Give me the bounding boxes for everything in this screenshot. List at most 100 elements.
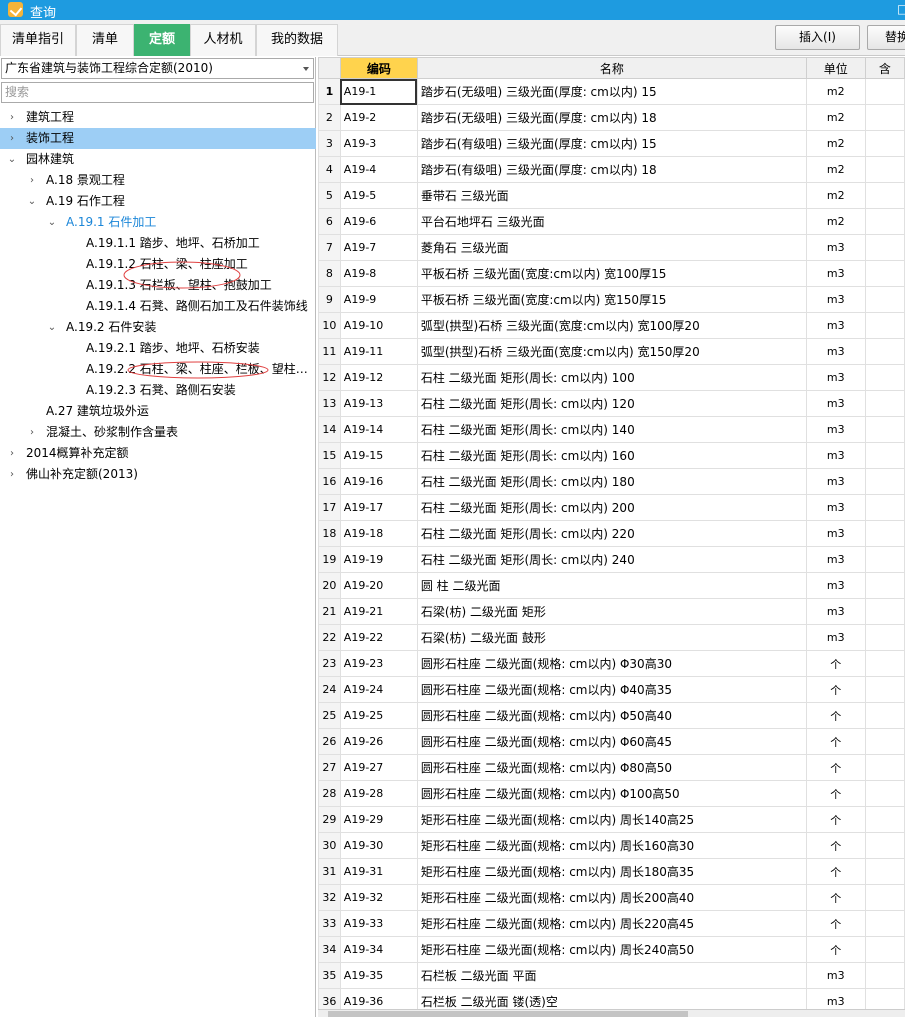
extra-cell[interactable]: [864, 130, 905, 157]
code-cell[interactable]: A19-31: [339, 858, 418, 885]
extra-cell[interactable]: [864, 910, 905, 937]
table-row[interactable]: 32 A19-32 矩形石柱座 二级光面(规格: cm以内) 周长200高40 个: [318, 884, 905, 911]
name-cell[interactable]: 石柱 二级光面 矩形(周长: cm以内) 120: [416, 390, 807, 417]
extra-cell[interactable]: [864, 390, 905, 417]
name-cell[interactable]: 矩形石柱座 二级光面(规格: cm以内) 周长160高30: [416, 832, 807, 859]
row-number[interactable]: 24: [318, 676, 341, 703]
horizontal-scrollbar[interactable]: [318, 1009, 905, 1017]
table-row[interactable]: 20 A19-20 圆 柱 二级光面 m3: [318, 572, 905, 599]
unit-cell[interactable]: m3: [805, 520, 866, 547]
code-cell[interactable]: A19-6: [339, 208, 418, 235]
name-cell[interactable]: 圆形石柱座 二级光面(规格: cm以内) Φ30高30: [416, 650, 807, 677]
name-cell[interactable]: 踏步石(无级咀) 三级光面(厚度: cm以内) 15: [416, 78, 807, 105]
row-number[interactable]: 21: [318, 598, 341, 625]
table-row[interactable]: 3 A19-3 踏步石(有级咀) 三级光面(厚度: cm以内) 15 m2: [318, 130, 905, 157]
unit-cell[interactable]: m3: [805, 546, 866, 573]
code-cell[interactable]: A19-5: [339, 182, 418, 209]
code-cell[interactable]: A19-25: [339, 702, 418, 729]
row-number[interactable]: 5: [318, 182, 341, 209]
row-number[interactable]: 10: [318, 312, 341, 339]
extra-cell[interactable]: [864, 858, 905, 885]
table-row[interactable]: 2 A19-2 踏步石(无级咀) 三级光面(厚度: cm以内) 18 m2: [318, 104, 905, 131]
unit-cell[interactable]: 个: [805, 832, 866, 859]
extra-cell[interactable]: [864, 312, 905, 339]
row-number[interactable]: 18: [318, 520, 341, 547]
table-row[interactable]: 9 A19-9 平板石桥 三级光面(宽度:cm以内) 宽150厚15 m3: [318, 286, 905, 313]
name-cell[interactable]: 石柱 二级光面 矩形(周长: cm以内) 220: [416, 520, 807, 547]
code-cell[interactable]: A19-19: [339, 546, 418, 573]
header-name[interactable]: 名称: [416, 57, 807, 79]
code-cell[interactable]: A19-20: [339, 572, 418, 599]
row-number[interactable]: 3: [318, 130, 341, 157]
unit-cell[interactable]: m2: [805, 78, 866, 105]
name-cell[interactable]: 踏步石(有级咀) 三级光面(厚度: cm以内) 18: [416, 156, 807, 183]
extra-cell[interactable]: [864, 962, 905, 989]
unit-cell[interactable]: m3: [805, 416, 866, 443]
code-cell[interactable]: A19-24: [339, 676, 418, 703]
unit-cell[interactable]: 个: [805, 728, 866, 755]
extra-cell[interactable]: [864, 754, 905, 781]
name-cell[interactable]: 石梁(枋) 二级光面 矩形: [416, 598, 807, 625]
tree-node[interactable]: › 建筑工程: [0, 107, 316, 128]
row-number[interactable]: 7: [318, 234, 341, 261]
name-cell[interactable]: 石柱 二级光面 矩形(周长: cm以内) 140: [416, 416, 807, 443]
code-cell[interactable]: A19-10: [339, 312, 418, 339]
code-cell[interactable]: A19-13: [339, 390, 418, 417]
table-row[interactable]: 35 A19-35 石栏板 二级光面 平面 m3: [318, 962, 905, 989]
code-cell[interactable]: A19-34: [339, 936, 418, 963]
tab-my-data[interactable]: 我的数据: [256, 24, 338, 56]
table-row[interactable]: 26 A19-26 圆形石柱座 二级光面(规格: cm以内) Φ60高45 个: [318, 728, 905, 755]
code-cell[interactable]: A19-30: [339, 832, 418, 859]
tree-node[interactable]: A.27 建筑垃圾外运: [0, 401, 316, 422]
tree-node[interactable]: A.19.1.4 石凳、路侧石加工及石件装饰线: [0, 296, 316, 317]
unit-cell[interactable]: m3: [805, 468, 866, 495]
tree-node[interactable]: A.19.1.1 踏步、地坪、石桥加工: [0, 233, 316, 254]
extra-cell[interactable]: [864, 208, 905, 235]
name-cell[interactable]: 平台石地坪石 三级光面: [416, 208, 807, 235]
header-extra[interactable]: 含: [864, 57, 905, 79]
unit-cell[interactable]: 个: [805, 936, 866, 963]
unit-cell[interactable]: m3: [805, 312, 866, 339]
extra-cell[interactable]: [864, 156, 905, 183]
code-cell[interactable]: A19-14: [339, 416, 418, 443]
code-cell[interactable]: A19-35: [339, 962, 418, 989]
row-number[interactable]: 15: [318, 442, 341, 469]
row-number[interactable]: 31: [318, 858, 341, 885]
table-row[interactable]: 17 A19-17 石柱 二级光面 矩形(周长: cm以内) 200 m3: [318, 494, 905, 521]
search-input[interactable]: 搜索: [1, 82, 314, 103]
unit-cell[interactable]: m2: [805, 104, 866, 131]
unit-cell[interactable]: m3: [805, 624, 866, 651]
extra-cell[interactable]: [864, 806, 905, 833]
code-cell[interactable]: A19-2: [339, 104, 418, 131]
code-cell[interactable]: A19-3: [339, 130, 418, 157]
table-row[interactable]: 6 A19-6 平台石地坪石 三级光面 m2: [318, 208, 905, 235]
table-row[interactable]: 25 A19-25 圆形石柱座 二级光面(规格: cm以内) Φ50高40 个: [318, 702, 905, 729]
code-cell[interactable]: A19-9: [339, 286, 418, 313]
row-number[interactable]: 9: [318, 286, 341, 313]
row-number[interactable]: 16: [318, 468, 341, 495]
extra-cell[interactable]: [864, 832, 905, 859]
extra-cell[interactable]: [864, 442, 905, 469]
name-cell[interactable]: 石柱 二级光面 矩形(周长: cm以内) 160: [416, 442, 807, 469]
collapse-arrow-icon[interactable]: ›: [26, 170, 38, 191]
table-row[interactable]: 11 A19-11 弧型(拱型)石桥 三级光面(宽度:cm以内) 宽150厚20 m3: [318, 338, 905, 365]
name-cell[interactable]: 圆形石柱座 二级光面(规格: cm以内) Φ40高35: [416, 676, 807, 703]
row-number[interactable]: 13: [318, 390, 341, 417]
row-number[interactable]: 20: [318, 572, 341, 599]
name-cell[interactable]: 垂带石 三级光面: [416, 182, 807, 209]
name-cell[interactable]: 矩形石柱座 二级光面(规格: cm以内) 周长200高40: [416, 884, 807, 911]
unit-cell[interactable]: 个: [805, 754, 866, 781]
table-row[interactable]: 31 A19-31 矩形石柱座 二级光面(规格: cm以内) 周长180高35 个: [318, 858, 905, 885]
table-row[interactable]: 16 A19-16 石柱 二级光面 矩形(周长: cm以内) 180 m3: [318, 468, 905, 495]
extra-cell[interactable]: [864, 702, 905, 729]
table-row[interactable]: 28 A19-28 圆形石柱座 二级光面(规格: cm以内) Φ100高50 个: [318, 780, 905, 807]
extra-cell[interactable]: [864, 494, 905, 521]
collapse-arrow-icon[interactable]: ›: [6, 464, 18, 485]
code-cell[interactable]: A19-4: [339, 156, 418, 183]
tree-node[interactable]: A.19.2.1 踏步、地坪、石桥安装: [0, 338, 316, 359]
tree-node[interactable]: › A.18 景观工程: [0, 170, 316, 191]
collapse-arrow-icon[interactable]: ›: [6, 443, 18, 464]
row-number[interactable]: 28: [318, 780, 341, 807]
row-number[interactable]: 6: [318, 208, 341, 235]
code-cell[interactable]: A19-29: [339, 806, 418, 833]
